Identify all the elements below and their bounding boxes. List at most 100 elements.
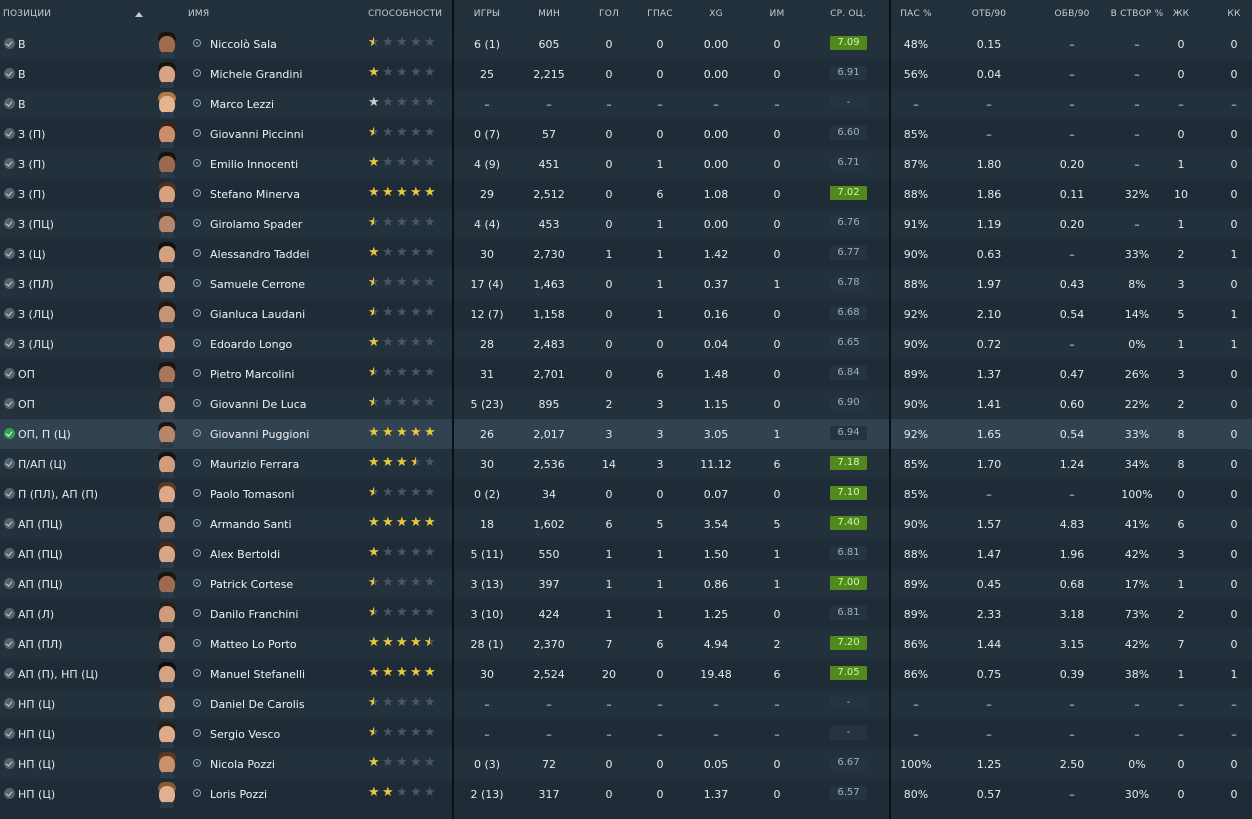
player-info-icon[interactable] — [193, 549, 201, 557]
player-name-link[interactable]: Danilo Franchini — [210, 608, 298, 621]
selection-check-icon[interactable] — [4, 248, 15, 259]
table-row[interactable]: З (ЛЦ)Edoardo Longo★★★★★★★★★★282,483000.… — [0, 329, 1252, 360]
player-info-icon[interactable] — [193, 189, 201, 197]
player-name-link[interactable]: Marco Lezzi — [210, 98, 274, 111]
header-goals[interactable]: ГОЛ — [599, 9, 619, 19]
selection-check-icon[interactable] — [4, 308, 15, 319]
header-ability[interactable]: СПОСОБНОСТИ — [368, 9, 442, 19]
table-row[interactable]: НП (Ц)Daniel De Carolis★★★★★★★★★★–––––––… — [0, 689, 1252, 720]
player-name-link[interactable]: Edoardo Longo — [210, 338, 292, 351]
selection-check-icon[interactable] — [4, 338, 15, 349]
header-xg[interactable]: XG — [709, 9, 723, 19]
selection-check-icon[interactable] — [4, 218, 15, 229]
table-row[interactable]: З (ПЛ)Samuele Cerrone★★★★★★★★★★17 (4)1,4… — [0, 269, 1252, 300]
table-row[interactable]: П/АП (Ц)Maurizio Ferrara★★★★★★★★★★302,53… — [0, 449, 1252, 480]
table-row[interactable]: НП (Ц)Sergio Vesco★★★★★★★★★★––––––––––––… — [0, 719, 1252, 750]
selection-check-icon[interactable] — [4, 758, 15, 769]
table-row[interactable]: НП (Ц)Loris Pozzi★★★★★★★★★★2 (13)317001.… — [0, 779, 1252, 810]
selection-check-icon[interactable] — [4, 428, 15, 439]
table-row[interactable]: ВMarco Lezzi★★★★★★★★★★––––––––––––- — [0, 89, 1252, 120]
selection-check-icon[interactable] — [4, 728, 15, 739]
player-name-link[interactable]: Patrick Cortese — [210, 578, 293, 591]
selection-check-icon[interactable] — [4, 578, 15, 589]
player-info-icon[interactable] — [193, 159, 201, 167]
player-name-link[interactable]: Sergio Vesco — [210, 728, 280, 741]
header-dribbles90[interactable]: ОБВ/90 — [1054, 9, 1089, 19]
player-info-icon[interactable] — [193, 579, 201, 587]
table-row[interactable]: З (ЛЦ)Gianluca Laudani★★★★★★★★★★12 (7)1,… — [0, 299, 1252, 330]
player-name-link[interactable]: Pietro Marcolini — [210, 368, 294, 381]
player-info-icon[interactable] — [193, 99, 201, 107]
header-red-cards[interactable]: КК — [1227, 9, 1240, 19]
selection-check-icon[interactable] — [4, 278, 15, 289]
table-row[interactable]: ВMichele Grandini★★★★★★★★★★252,215000.00… — [0, 59, 1252, 90]
table-row[interactable]: АП (ПЦ)Patrick Cortese★★★★★★★★★★3 (13)39… — [0, 569, 1252, 600]
header-pass-pct[interactable]: ПАС % — [900, 9, 932, 19]
player-info-icon[interactable] — [193, 339, 201, 347]
player-info-icon[interactable] — [193, 129, 201, 137]
header-games[interactable]: ИГРЫ — [474, 9, 500, 19]
player-info-icon[interactable] — [193, 399, 201, 407]
table-row[interactable]: АП (ПЛ)Matteo Lo Porto★★★★★★★★★★28 (1)2,… — [0, 629, 1252, 660]
player-info-icon[interactable] — [193, 429, 201, 437]
table-row[interactable]: З (П)Emilio Innocenti★★★★★★★★★★4 (9)4510… — [0, 149, 1252, 180]
player-info-icon[interactable] — [193, 309, 201, 317]
table-row[interactable]: З (П)Giovanni Piccinni★★★★★★★★★★0 (7)570… — [0, 119, 1252, 150]
selection-check-icon[interactable] — [4, 158, 15, 169]
selection-check-icon[interactable] — [4, 518, 15, 529]
header-positions[interactable]: ПОЗИЦИИ — [3, 9, 51, 19]
player-name-link[interactable]: Samuele Cerrone — [210, 278, 305, 291]
header-minutes[interactable]: МИН — [538, 9, 560, 19]
player-info-icon[interactable] — [193, 729, 201, 737]
header-name[interactable]: ИМЯ — [188, 9, 209, 19]
player-info-icon[interactable] — [193, 789, 201, 797]
player-name-link[interactable]: Loris Pozzi — [210, 788, 267, 801]
player-name-link[interactable]: Alessandro Taddei — [210, 248, 309, 261]
selection-check-icon[interactable] — [4, 608, 15, 619]
player-name-link[interactable]: Manuel Stefanelli — [210, 668, 305, 681]
selection-check-icon[interactable] — [4, 638, 15, 649]
table-row[interactable]: З (ПЦ)Girolamo Spader★★★★★★★★★★4 (4)4530… — [0, 209, 1252, 240]
table-row[interactable]: ОПGiovanni De Luca★★★★★★★★★★5 (23)895231… — [0, 389, 1252, 420]
table-row[interactable]: АП (Л)Danilo Franchini★★★★★★★★★★3 (10)42… — [0, 599, 1252, 630]
player-info-icon[interactable] — [193, 639, 201, 647]
selection-check-icon[interactable] — [4, 548, 15, 559]
player-info-icon[interactable] — [193, 699, 201, 707]
player-info-icon[interactable] — [193, 219, 201, 227]
selection-check-icon[interactable] — [4, 398, 15, 409]
player-name-link[interactable]: Gianluca Laudani — [210, 308, 305, 321]
header-yellow-cards[interactable]: ЖК — [1173, 9, 1189, 19]
header-avg-rating[interactable]: СР. ОЦ. — [830, 9, 866, 19]
selection-check-icon[interactable] — [4, 458, 15, 469]
player-info-icon[interactable] — [193, 759, 201, 767]
player-info-icon[interactable] — [193, 69, 201, 77]
player-name-link[interactable]: Niccolò Sala — [210, 38, 277, 51]
selection-check-icon[interactable] — [4, 188, 15, 199]
header-tackles90[interactable]: ОТБ/90 — [972, 9, 1006, 19]
player-info-icon[interactable] — [193, 459, 201, 467]
player-name-link[interactable]: Giovanni Puggioni — [210, 428, 309, 441]
table-row[interactable]: П (ПЛ), АП (П)Paolo Tomasoni★★★★★★★★★★0 … — [0, 479, 1252, 510]
selection-check-icon[interactable] — [4, 698, 15, 709]
player-info-icon[interactable] — [193, 369, 201, 377]
player-name-link[interactable]: Giovanni De Luca — [210, 398, 307, 411]
header-mom[interactable]: ИМ — [770, 9, 785, 19]
player-name-link[interactable]: Michele Grandini — [210, 68, 302, 81]
selection-check-icon[interactable] — [4, 68, 15, 79]
player-name-link[interactable]: Maurizio Ferrara — [210, 458, 299, 471]
player-info-icon[interactable] — [193, 279, 201, 287]
table-row[interactable]: ОП, П (Ц) Giovanni Puggioni ★ ★ ★ ★ ★ ★ ★ ★ ★ ★ 26 2,… — [0, 419, 1252, 450]
player-name-link[interactable]: Giovanni Piccinni — [210, 128, 304, 141]
table-row[interactable]: ВNiccolò Sala★★★★★★★★★★6 (1)605000.00048… — [0, 29, 1252, 60]
player-info-icon[interactable] — [193, 669, 201, 677]
player-name-link[interactable]: Nicola Pozzi — [210, 758, 275, 771]
player-name-link[interactable]: Alex Bertoldi — [210, 548, 280, 561]
table-row[interactable]: АП (ПЦ)Alex Bertoldi★★★★★★★★★★5 (11)5501… — [0, 539, 1252, 570]
player-name-link[interactable]: Emilio Innocenti — [210, 158, 298, 171]
player-name-link[interactable]: Matteo Lo Porto — [210, 638, 297, 651]
table-row[interactable]: АП (П), НП (Ц) Manuel Stefanelli ★ ★ ★ ★ ★ ★ ★ ★ ★… — [0, 659, 1252, 690]
table-row[interactable]: ОПPietro Marcolini★★★★★★★★★★312,701061.4… — [0, 359, 1252, 390]
player-info-icon[interactable] — [193, 519, 201, 527]
player-name-link[interactable]: Paolo Tomasoni — [210, 488, 294, 501]
player-info-icon[interactable] — [193, 609, 201, 617]
